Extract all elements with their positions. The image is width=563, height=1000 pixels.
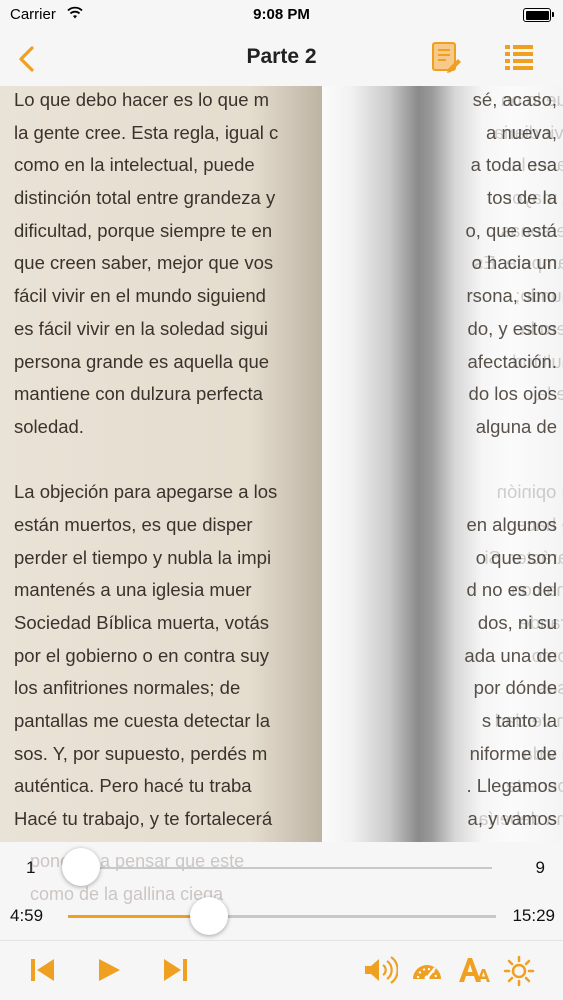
battery-icon [523,8,554,22]
text-line: en algunos [466,513,557,535]
brightness-icon [503,955,535,987]
text-line: alguna de [475,415,557,437]
text-line: d no es del [466,579,557,601]
text-line [430,444,557,477]
table-of-contents-button[interactable] [502,39,536,75]
text-line [430,476,557,509]
speed-button[interactable] [410,955,444,987]
text-line: por dónde [473,677,557,699]
text-line: rsona, sino [466,285,558,307]
text-line: a toda esa [470,154,557,176]
text-line: sé, acaso, [472,89,557,110]
page-title: Parte 2 [246,45,317,68]
next-page-strip: sé, acaso, a nueva, a toda esa tos de la o, … [430,86,563,842]
text-line: ada una de [464,644,557,666]
speedometer-icon [413,965,441,981]
text-line: do, y estos [467,317,557,339]
list-icon [505,45,533,70]
audio-slider-thumb[interactable] [190,897,229,935]
font-size-icon [459,958,490,982]
ghost-text: ponerse a pensar que este como de la gall… [30,845,550,910]
page-slider-end-label: 9 [535,858,545,877]
next-button[interactable] [160,955,194,987]
skip-forward-icon [164,959,187,981]
text-line: a, y vamos [467,808,557,830]
next-page-text: sé, acaso, a nueva, a toda esa tos de la o, … [430,86,557,836]
reader-controls: ponerse a pensar que este como de la gall… [0,842,563,940]
skip-back-icon [31,959,54,981]
font-size-button[interactable] [457,955,491,987]
text-line: tos de la [487,187,557,209]
text-line: dos, ni su [477,612,557,633]
notes-icon [432,42,461,73]
time-elapsed: 4:59 [10,906,44,925]
speaker-icon [365,956,398,984]
playback-toolbar [0,940,563,1000]
text-line: niforme de [469,742,557,764]
volume-button[interactable] [362,955,398,987]
book-page[interactable]: Lo que debo hacer es lo que m la gente cr… [0,86,563,842]
nav-bar: Parte 2 [0,32,563,86]
text-line: . Llegamos [466,775,558,797]
page-slider-start-label: 1 [26,858,36,877]
text-line: como de la gallina ciega [30,883,224,904]
text-line: o que son [475,546,557,568]
status-bar: Carrier 9:08 PM [0,0,563,32]
brightness-button[interactable] [503,955,537,987]
clock: 9:08 PM [253,6,310,23]
page-slider-track[interactable] [68,867,492,869]
time-total: 15:29 [512,906,555,925]
text-line: do los ojos [468,383,557,405]
text-line: a nueva, [486,121,557,143]
text-line: o hacia un [471,252,557,274]
page-slider-thumb[interactable] [61,848,100,886]
text-line: ponerse a pensar que este [30,851,245,871]
play-button[interactable] [94,955,128,987]
previous-button[interactable] [28,955,62,987]
text-line: s tanto la [481,710,557,732]
text-line: o, que está [465,219,557,241]
text-line: afectación. [467,350,557,372]
play-icon [99,959,120,981]
audio-slider-fill [68,915,210,918]
notes-button[interactable] [430,39,462,75]
